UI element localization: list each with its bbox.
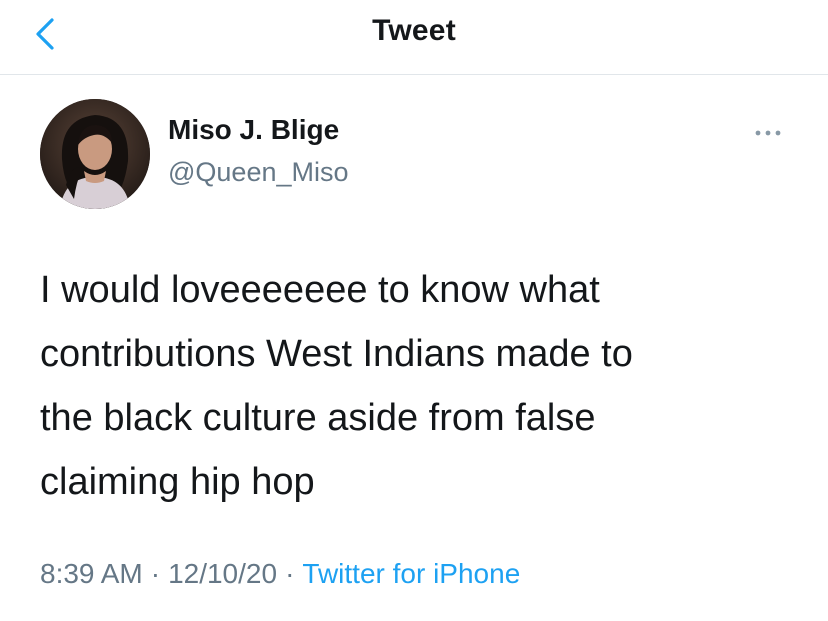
tweet-text-line: the black culture aside from false <box>40 397 596 439</box>
profile-photo-icon <box>40 99 150 209</box>
avatar[interactable] <box>40 99 150 209</box>
tweet-source-link[interactable]: Twitter for iPhone <box>302 558 520 589</box>
author-handle[interactable]: @Queen_Miso <box>168 157 349 188</box>
author-display-name[interactable]: Miso J. Blige <box>168 114 339 146</box>
tweet-meta: 8:39 AM · 12/10/20 · Twitter for iPhone <box>40 558 520 590</box>
page-title: Tweet <box>372 14 456 47</box>
tweet-text-line: contributions West Indians made to <box>40 333 633 375</box>
meta-separator: · <box>150 558 161 589</box>
tweet-time: 8:39 AM <box>40 558 143 589</box>
top-bar: Tweet <box>0 0 828 75</box>
more-dots-icon <box>755 130 781 136</box>
tweet-text: I would loveeeeeee to know what contribu… <box>40 258 800 514</box>
tweet-date: 12/10/20 <box>168 558 278 589</box>
meta-separator: · <box>285 558 295 589</box>
more-options-button[interactable] <box>748 118 788 148</box>
tweet-text-line: I would loveeeeeee to know what <box>40 269 600 311</box>
tweet-text-line: claiming hip hop <box>40 461 315 503</box>
